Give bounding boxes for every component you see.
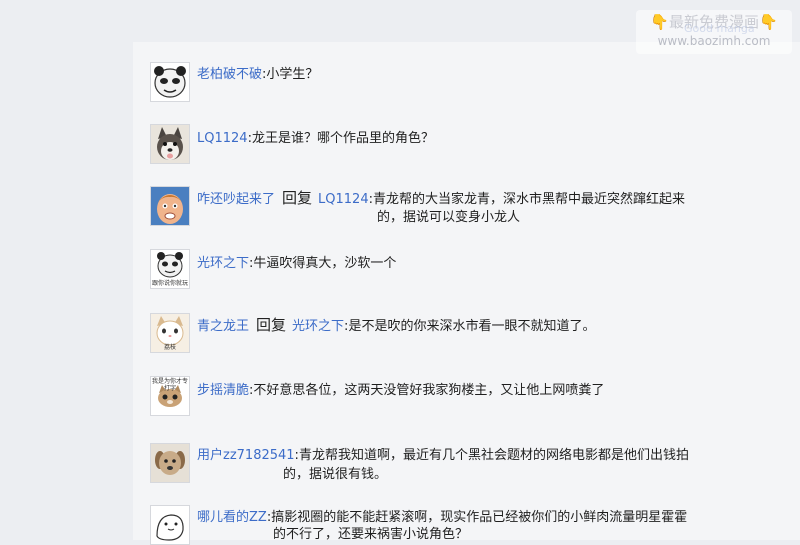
comment-text: 青龙帮的大当家龙青，深水市黑帮中最近突然蹿红起来 (372, 192, 685, 207)
comment-text: 青龙帮我知道啊，最近有几个黑社会题材的网络电影都是他们出钱拍 (298, 448, 689, 463)
child-face-icon[interactable] (150, 186, 190, 226)
cat-face-icon[interactable]: 荔枝 (150, 313, 190, 353)
comment-text-continued: 的不行了，还要来祸害小说角色？ (273, 527, 469, 542)
comment-body: 光环之下:牛逼吹得真大，沙软一个 (197, 256, 397, 271)
comment-username[interactable]: LQ1124 (197, 131, 248, 146)
comment-body: 用户zz7182541:青龙帮我知道啊，最近有几个黑社会题材的网络电影都是他们出… (197, 448, 689, 463)
watermark-ghost-text: Good manga (684, 22, 755, 35)
comment-username[interactable]: 用户zz7182541 (197, 448, 295, 463)
avatar-caption: 我是为你才专打字 (151, 378, 188, 392)
reply-label: 回复 (282, 189, 313, 207)
comment-username[interactable]: 青之龙王 (197, 319, 249, 334)
comment-text: 牛逼吹得真大，沙软一个 (253, 256, 397, 271)
avatar-caption: 荔枝 (163, 344, 176, 351)
pointing-hand-icon: 👇 (759, 13, 778, 31)
comment-body: 青之龙王 回复 光环之下:是不是吹的你来深水市看一眼不就知道了。 (197, 316, 596, 334)
comment-text: 小学生？ (266, 67, 319, 82)
panda-meme-icon[interactable]: 跟你说你就玩 (150, 249, 190, 289)
avatar-caption: 跟你说你就玩 (151, 280, 188, 287)
sketch-seal-icon[interactable] (150, 505, 190, 545)
cat-meme-icon[interactable]: 我是为你才专打字 (150, 376, 190, 416)
reply-target-username[interactable]: LQ1124 (318, 192, 369, 207)
comment-username[interactable]: 老柏破不破 (197, 67, 262, 82)
comment-text: 搞影视圈的能不能赶紧滚啊，现实作品已经被你们的小鲜肉流量明星霍霍 (271, 510, 688, 525)
comment-text-continued: 的，据说很有钱。 (283, 467, 388, 482)
comment-text-continued: 的，据说可以变身小龙人 (377, 210, 521, 225)
reply-target-username[interactable]: 光环之下 (292, 319, 344, 334)
watermark-url: www.baozimh.com (657, 34, 771, 48)
dog-photo-icon[interactable] (150, 443, 190, 483)
comment-text: 龙王是谁？哪个作品里的角色？ (251, 131, 434, 146)
reply-label: 回复 (256, 316, 287, 334)
comment-text: 是不是吹的你来深水市看一眼不就知道了。 (348, 319, 596, 334)
comment-body: 老柏破不破:小学生？ (197, 67, 319, 82)
comment-body: LQ1124:龙王是谁？哪个作品里的角色？ (197, 131, 434, 146)
watermark: Good manga 👇最新免费漫画👇 www.baozimh.com (636, 10, 792, 54)
comment-username[interactable]: 咋还吵起来了 (197, 192, 275, 207)
comment-body: 步摇清脆:不好意思各位，这两天没管好我家狗楼主，又让他上网喷粪了 (197, 383, 605, 398)
comment-text: 不好意思各位，这两天没管好我家狗楼主，又让他上网喷粪了 (253, 383, 605, 398)
comment-username[interactable]: 步摇清脆 (197, 383, 249, 398)
panda-meme-icon[interactable] (150, 62, 190, 102)
husky-dog-icon[interactable] (150, 124, 190, 164)
comment-username[interactable]: 哪儿看的ZZ (197, 510, 267, 525)
comment-username[interactable]: 光环之下 (197, 256, 249, 271)
pointing-hand-icon: 👇 (650, 13, 669, 31)
